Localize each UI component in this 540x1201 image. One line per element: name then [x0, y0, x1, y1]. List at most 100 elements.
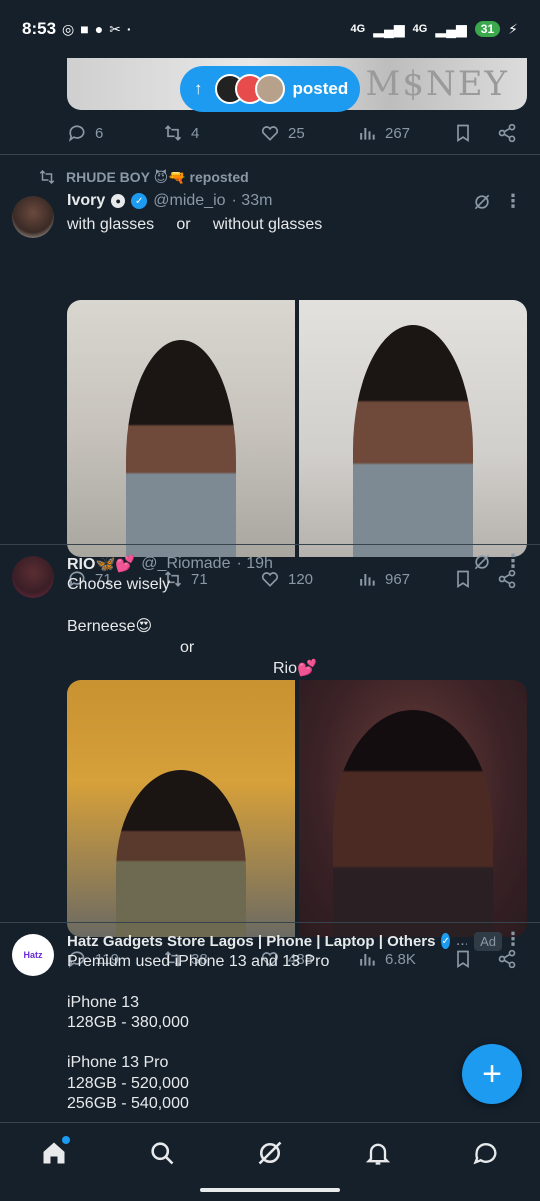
affiliate-badge-icon: ● [111, 194, 126, 208]
views-count: 6.8K [385, 950, 416, 968]
verified-icon: ✓ [131, 193, 148, 209]
signal-label-1: 4G [350, 23, 366, 35]
avatar [254, 74, 285, 104]
arrow-up-icon: ↑ [194, 79, 203, 98]
ad-badge: Ad [474, 932, 502, 951]
share-icon [498, 569, 516, 589]
retweet-icon [164, 125, 182, 141]
nav-messages[interactable] [472, 1139, 504, 1171]
views-button[interactable]: 6.8K [357, 949, 416, 969]
more-button[interactable]: ⋮ [504, 552, 522, 570]
capcut-icon: ✂ [109, 20, 121, 37]
views-count: 967 [385, 570, 411, 588]
views-button[interactable]: 267 [357, 123, 410, 143]
bookmark-icon [457, 570, 469, 589]
option-or: or [180, 639, 195, 656]
share-button[interactable] [497, 569, 517, 589]
tweet-text-line1: Choose wisely [67, 576, 171, 593]
ellipsis: ... [455, 932, 467, 949]
share-button[interactable] [497, 123, 517, 143]
more-button[interactable]: ⋮ [504, 930, 522, 948]
views-icon [360, 128, 375, 140]
more-icon: ⋮ [504, 191, 522, 211]
charging-icon: ⚡ [508, 20, 518, 37]
like-count: 120 [288, 570, 314, 588]
compose-button[interactable]: + [462, 1044, 522, 1104]
share-button[interactable] [497, 949, 517, 969]
tweet-media[interactable] [67, 300, 527, 557]
advertiser-name[interactable]: Hatz Gadgets Store Lagos | Phone | Lapto… [67, 933, 435, 950]
option-or: or [176, 216, 191, 233]
grok-icon [474, 194, 490, 210]
like-button[interactable]: 25 [260, 123, 305, 143]
stop-icon: ■ [80, 21, 89, 37]
bookmark-button[interactable] [453, 949, 473, 969]
retweet-count: 4 [191, 124, 200, 142]
views-button[interactable]: 967 [357, 569, 410, 589]
reply-count: 6 [95, 124, 104, 142]
bookmark-icon [457, 124, 469, 143]
divider [0, 922, 540, 923]
repost-label: RHUDE BOY 😈🔫 reposted [66, 168, 249, 185]
author-handle[interactable]: @_Riomade [141, 555, 230, 573]
option-right: Rio💕 [273, 660, 317, 677]
nav-search[interactable] [148, 1139, 180, 1171]
notification-dot [62, 1136, 70, 1144]
advertiser-logo[interactable]: Hatz [12, 934, 54, 976]
views-icon [360, 574, 375, 586]
author-handle[interactable]: @mide_io [153, 192, 225, 210]
image-watermark: M$NEY [365, 64, 509, 104]
grok-button[interactable] [472, 192, 492, 217]
status-time: 8:53 [22, 19, 57, 38]
tweet-photo[interactable] [67, 680, 295, 937]
verified-icon: ✓ [441, 933, 450, 949]
tweet-photo[interactable] [299, 300, 527, 557]
retweet-button[interactable]: 4 [163, 123, 199, 143]
bookmark-button[interactable] [453, 123, 473, 143]
tweet-header: Ivory ● ✓ @mide_io · 33m [67, 192, 272, 210]
tweet-photo[interactable] [67, 300, 295, 557]
avatar[interactable] [12, 556, 54, 598]
reply-icon [68, 125, 85, 142]
nav-grok[interactable] [256, 1139, 288, 1171]
views-count: 267 [385, 124, 411, 142]
option-left: with glasses [67, 216, 155, 233]
divider [0, 154, 540, 155]
tweet-actions: 6 4 25 267 [67, 118, 527, 148]
reply-button[interactable]: 6 [67, 123, 103, 143]
heart-icon [261, 126, 279, 141]
new-posts-pill[interactable]: ↑ posted [180, 66, 360, 112]
like-count: 25 [288, 124, 305, 142]
tweet-media[interactable] [67, 680, 527, 937]
nav-notifications[interactable] [364, 1139, 396, 1171]
more-button[interactable]: ⋮ [504, 192, 522, 210]
dot-icon: · [126, 21, 132, 37]
divider [0, 544, 540, 545]
timeline-feed[interactable]: M$NEY ↑ posted 6 4 25 267 RHUDE BOY 😈🔫 r… [0, 58, 540, 1122]
more-icon: ⋮ [504, 929, 522, 949]
nav-home[interactable] [40, 1136, 72, 1171]
tweet-text: with glasses or without glasses [67, 214, 322, 235]
battery-indicator: 31 [474, 21, 501, 37]
tweet-header: Hatz Gadgets Store Lagos | Phone | Lapto… [67, 932, 467, 950]
bookmark-button[interactable] [453, 569, 473, 589]
home-indicator[interactable] [200, 1188, 340, 1192]
share-icon [498, 949, 516, 969]
option-left: Berneese😍 [67, 618, 153, 635]
author-name[interactable]: Ivory [67, 192, 105, 210]
grok-icon [474, 554, 490, 570]
grok-button[interactable] [472, 552, 492, 577]
chat-icon: ● [94, 21, 104, 37]
avatar[interactable] [12, 196, 54, 238]
message-icon [473, 1143, 497, 1165]
retweet-icon [39, 169, 55, 185]
author-name[interactable]: RIO🦋💕 [67, 554, 135, 574]
signal-label-2: 4G [412, 23, 428, 35]
ad-text: Premium used iPhone 13 and 13 Pro iPhone… [67, 953, 330, 1113]
views-icon [360, 954, 375, 966]
tweet-header: RIO🦋💕 @_Riomade · 19h [67, 554, 273, 574]
plus-icon: + [482, 1054, 502, 1093]
tweet-photo[interactable] [299, 680, 527, 937]
post-time: · 33m [231, 192, 273, 209]
option-right: without glasses [212, 216, 323, 233]
